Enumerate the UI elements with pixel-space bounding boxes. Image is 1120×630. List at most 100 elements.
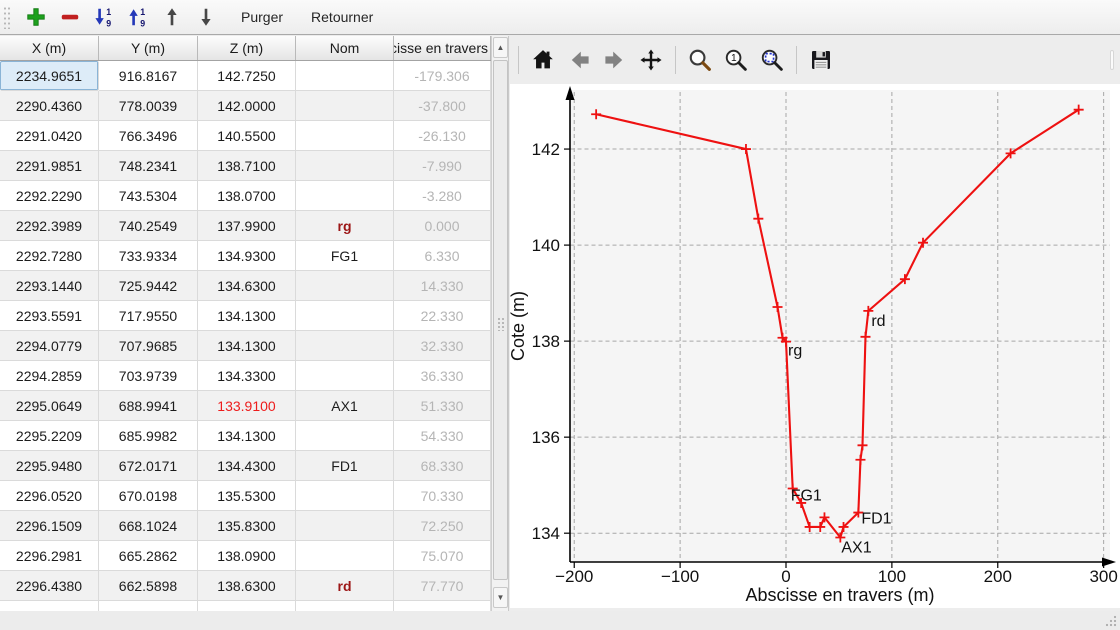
cell-x[interactable]: 2291.0420 [0,121,99,151]
cell-z[interactable]: 137.9900 [198,211,296,241]
delete-row-button[interactable] [55,3,85,31]
purger-button[interactable]: Purger [233,5,291,29]
cell-y[interactable]: 740.2549 [99,211,198,241]
column-header-x[interactable]: X (m) [0,36,99,60]
cell-abscisse[interactable]: 54.330 [394,421,491,451]
cell-abscisse[interactable]: -26.130 [394,121,491,151]
cell-empty[interactable] [99,601,198,611]
cell-abscisse[interactable]: 75.070 [394,541,491,571]
cell-nom[interactable]: rd [296,571,394,601]
cell-y[interactable]: 717.9550 [99,301,198,331]
table-row[interactable]: 2294.2859703.9739134.3300 36.330 [0,361,508,391]
cell-z[interactable]: 138.0900 [198,541,296,571]
cell-y[interactable]: 703.9739 [99,361,198,391]
cell-y[interactable]: 725.9442 [99,271,198,301]
table-row[interactable]: 2296.1509668.1024135.830072.250 [0,511,508,541]
cell-empty[interactable] [0,601,99,611]
cell-y[interactable]: 916.8167 [99,61,198,91]
cell-abscisse[interactable]: -3.280 [394,181,491,211]
cell-x[interactable]: 2293.5591 [0,301,99,331]
table-row[interactable]: 2295.0649688.9941133.9100AX151.330 [0,391,508,421]
cell-nom[interactable]: FD1 [296,451,394,481]
cell-abscisse[interactable]: 32.330 [394,331,491,361]
cell-z[interactable]: 138.0700 [198,181,296,211]
cell-x[interactable]: 2296.1509 [0,511,99,541]
table-row[interactable]: 2295.9480672.0171134.4300FD168.330 [0,451,508,481]
cell-z[interactable]: 134.9300 [198,241,296,271]
table-row[interactable]: 2291.0420766.3496140.5500 -26.130 [0,121,508,151]
table-row[interactable]: 2234.9651916.8167142.7250-179.306 [0,61,508,91]
zoom-rect-button[interactable] [684,44,716,76]
cell-nom[interactable]: AX1 [296,391,394,421]
column-header-z[interactable]: Z (m) [198,36,296,60]
cell-y[interactable]: 707.9685 [99,331,198,361]
cell-nom[interactable] [296,61,394,91]
cell-nom[interactable] [296,331,394,361]
cell-nom[interactable] [296,181,394,211]
cell-x[interactable]: 2291.9851 [0,151,99,181]
table-row[interactable]: 2293.1440725.9442134.630014.330 [0,271,508,301]
cell-y[interactable]: 672.0171 [99,451,198,481]
cell-empty[interactable] [198,601,296,611]
cell-empty[interactable] [394,601,491,611]
cell-z[interactable]: 133.9100 [198,391,296,421]
cell-abscisse[interactable]: 22.330 [394,301,491,331]
cell-z[interactable]: 134.1300 [198,331,296,361]
cell-abscisse[interactable]: -7.990 [394,151,491,181]
table-row[interactable]: 2291.9851748.2341138.7100 -7.990 [0,151,508,181]
cell-abscisse[interactable]: 36.330 [394,361,491,391]
cell-z[interactable]: 142.0000 [198,91,296,121]
cell-z[interactable]: 134.1300 [198,421,296,451]
cell-z[interactable]: 138.6300 [198,571,296,601]
cell-y[interactable]: 748.2341 [99,151,198,181]
add-row-button[interactable] [21,3,51,31]
cell-z[interactable]: 138.7100 [198,151,296,181]
cell-y[interactable]: 733.9334 [99,241,198,271]
move-row-up-button[interactable] [157,3,187,31]
table-row-partial[interactable] [0,601,508,611]
table-row[interactable]: 2292.3989740.2549137.9900rg0.000 [0,211,508,241]
cell-abscisse[interactable]: 68.330 [394,451,491,481]
cell-x[interactable]: 2292.7280 [0,241,99,271]
profile-chart[interactable]: −200−1000100200300134136138140142Absciss… [510,84,1120,608]
cell-nom[interactable] [296,271,394,301]
scroll-up-button[interactable]: ▲ [493,37,508,58]
cell-abscisse[interactable]: 70.330 [394,481,491,511]
table-row[interactable]: 2292.2290743.5304138.0700-3.280 [0,181,508,211]
column-header-abscisse[interactable]: cisse en travers [394,36,491,60]
cell-nom[interactable]: FG1 [296,241,394,271]
table-row[interactable]: 2290.4360778.0039142.0000-37.800 [0,91,508,121]
cell-x[interactable]: 2295.0649 [0,391,99,421]
cell-nom[interactable]: rg [296,211,394,241]
scroll-down-button[interactable]: ▼ [493,587,508,608]
cell-x[interactable]: 2234.9651 [0,61,99,91]
cell-x[interactable]: 2295.9480 [0,451,99,481]
cell-nom[interactable] [296,421,394,451]
table-row[interactable]: 2294.0779707.9685134.130032.330 [0,331,508,361]
table-row[interactable]: 2293.5591717.9550134.130022.330 [0,301,508,331]
cell-nom[interactable] [296,301,394,331]
cell-abscisse[interactable]: -179.306 [394,61,491,91]
cell-empty[interactable] [296,601,394,611]
cell-z[interactable]: 140.5500 [198,121,296,151]
cell-abscisse[interactable]: -37.800 [394,91,491,121]
table-row[interactable]: 2296.0520670.0198135.530070.330 [0,481,508,511]
toolbar-drag-handle[interactable] [2,5,11,29]
table-vertical-scrollbar[interactable]: ▲ ▼ [491,36,508,611]
table-row[interactable]: 2292.7280733.9334134.9300FG16.330 [0,241,508,271]
cell-y[interactable]: 670.0198 [99,481,198,511]
window-resize-grip[interactable] [1102,612,1118,628]
cell-x[interactable]: 2296.0520 [0,481,99,511]
retourner-button[interactable]: Retourner [303,5,381,29]
cell-nom[interactable] [296,151,394,181]
column-header-y[interactable]: Y (m) [99,36,198,60]
sort-descending-button[interactable]: 19 [123,3,153,31]
cell-x[interactable]: 2296.2981 [0,541,99,571]
cell-abscisse[interactable]: 51.330 [394,391,491,421]
cell-y[interactable]: 668.1024 [99,511,198,541]
cell-y[interactable]: 766.3496 [99,121,198,151]
cell-z[interactable]: 134.3300 [198,361,296,391]
cell-z[interactable]: 134.6300 [198,271,296,301]
cell-x[interactable]: 2294.2859 [0,361,99,391]
cell-x[interactable]: 2292.3989 [0,211,99,241]
